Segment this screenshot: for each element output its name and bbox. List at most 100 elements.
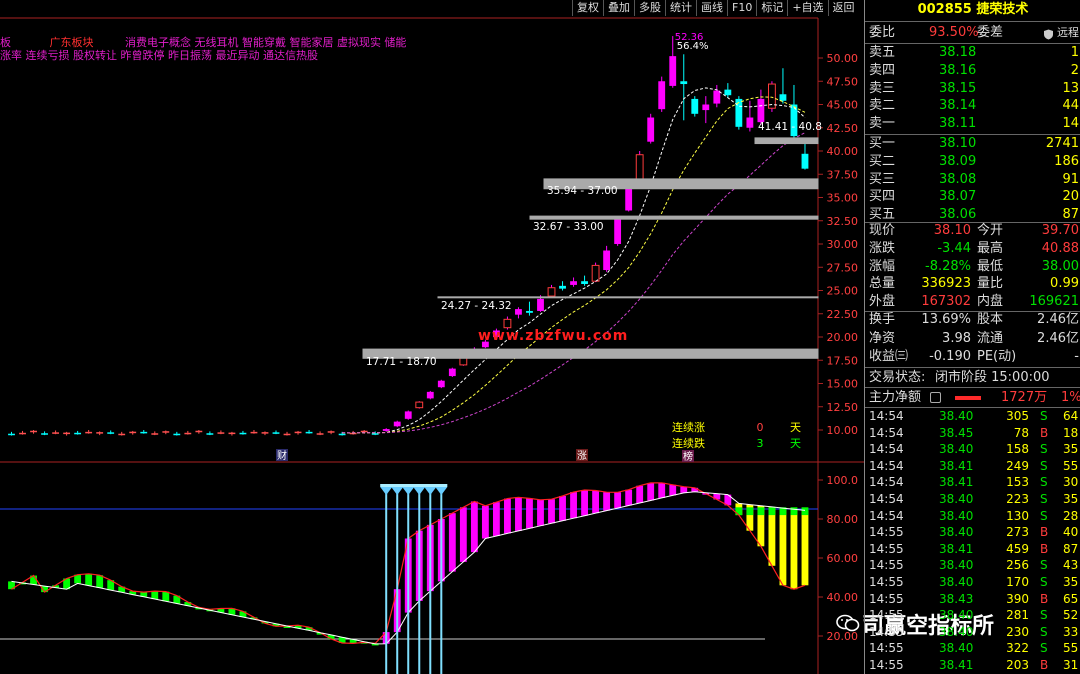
candle-body[interactable] xyxy=(52,432,60,434)
candle-body[interactable] xyxy=(503,318,512,329)
candle-body[interactable] xyxy=(614,218,622,244)
candle-body[interactable] xyxy=(107,432,115,434)
candle-body[interactable] xyxy=(162,431,170,433)
candle-body[interactable] xyxy=(239,432,247,435)
concept-region-tag[interactable]: 广东板块 xyxy=(49,36,93,49)
bid-row[interactable]: 买一 38.10 2741 xyxy=(865,135,1080,153)
candle-body[interactable] xyxy=(228,432,236,435)
candle-body[interactable] xyxy=(283,433,291,436)
kline-chart-area[interactable]: 50.00 47.50 45.00 42.50 40.00 37.50 35.00 32.50… xyxy=(0,0,864,674)
candle-body[interactable] xyxy=(713,90,721,104)
candle-body[interactable] xyxy=(8,433,15,436)
ind-bar xyxy=(790,509,798,590)
candle-body[interactable] xyxy=(118,433,126,436)
candle-body[interactable] xyxy=(305,431,313,434)
toolbar-button-3[interactable]: 统计 xyxy=(665,0,696,16)
candle-body[interactable] xyxy=(19,432,26,435)
toolbar-button-7[interactable]: +自选 xyxy=(787,0,828,16)
candle-body[interactable] xyxy=(74,432,82,435)
candle-body[interactable] xyxy=(669,56,677,86)
event-marker-cai[interactable]: 财 xyxy=(277,449,287,462)
concept-line2[interactable]: 涨率 连续亏损 股权转让 昨曾跌停 昨日振荡 最近异动 通达信热股 xyxy=(0,49,560,62)
toolbar-button-8[interactable]: 返回 xyxy=(827,0,859,16)
concept-items[interactable]: 消费电子概念 无线耳机 智能穿戴 智能家居 虚拟现实 储能 xyxy=(125,36,406,49)
toolbar-button-4[interactable]: 画线 xyxy=(696,0,727,16)
candle-body[interactable] xyxy=(184,432,192,435)
toolbar-button-1[interactable]: 叠加 xyxy=(603,0,634,16)
candle-body[interactable] xyxy=(206,433,214,435)
bid-row[interactable]: 买三 38.08 91 xyxy=(865,171,1080,189)
tick-row: 14:54 38.40 130 S 28 xyxy=(865,508,1080,525)
toolbar-button-6[interactable]: 标记 xyxy=(756,0,788,16)
candle-body[interactable] xyxy=(603,250,611,271)
candle-body[interactable] xyxy=(85,431,93,434)
toolbar-button-2[interactable]: 多股 xyxy=(634,0,665,16)
candle-body[interactable] xyxy=(316,433,324,435)
bid-row[interactable]: 买二 38.09 186 xyxy=(865,153,1080,171)
candle-body[interactable] xyxy=(360,430,368,433)
candle-body[interactable] xyxy=(625,188,633,211)
candle-body[interactable] xyxy=(338,433,346,436)
tick-price: 38.40 xyxy=(939,508,974,523)
candle-body[interactable] xyxy=(591,264,600,282)
remote-label[interactable]: 远程 xyxy=(1057,23,1079,42)
candle-body[interactable] xyxy=(526,310,533,313)
candle-body[interactable] xyxy=(559,285,566,289)
candle-body[interactable] xyxy=(96,432,104,434)
candle-body[interactable] xyxy=(272,432,280,434)
candle-body[interactable] xyxy=(437,380,445,388)
kline-chart-canvas[interactable]: 50.00 47.50 45.00 42.50 40.00 37.50 35.00 32.50… xyxy=(0,0,864,674)
tick-volume: 390 xyxy=(1006,591,1029,606)
candle-body[interactable] xyxy=(151,433,159,435)
candle-body[interactable] xyxy=(724,89,732,96)
candle-body[interactable] xyxy=(658,81,666,110)
candle-body[interactable] xyxy=(570,281,577,285)
candle-body[interactable] xyxy=(746,117,754,128)
candle-body[interactable] xyxy=(30,430,37,433)
candle-body[interactable] xyxy=(735,98,743,127)
candle-body[interactable] xyxy=(382,429,390,431)
candle-body[interactable] xyxy=(327,431,335,433)
candle-body[interactable] xyxy=(129,431,137,434)
candle-body[interactable] xyxy=(140,431,148,434)
candle-body[interactable] xyxy=(635,154,644,182)
ask-row[interactable]: 卖一 38.11 14 xyxy=(865,115,1080,133)
bid-row[interactable]: 买四 38.07 20 xyxy=(865,188,1080,206)
candle-body[interactable] xyxy=(702,104,710,111)
toolbar-button-5[interactable]: F10 xyxy=(727,0,757,16)
candle-body[interactable] xyxy=(404,411,412,419)
menu-icon[interactable] xyxy=(930,392,941,403)
candle-body[interactable] xyxy=(647,117,655,142)
ask-row[interactable]: 卖二 38.14 44 xyxy=(865,97,1080,115)
candle-body[interactable] xyxy=(63,432,71,435)
toolbar-button-0[interactable]: 复权 xyxy=(572,0,603,16)
candle-body[interactable] xyxy=(691,98,699,114)
candle-body[interactable] xyxy=(195,430,203,433)
event-marker-zhang[interactable]: 涨 xyxy=(577,450,587,462)
candle-body[interactable] xyxy=(250,431,258,434)
candle-body[interactable] xyxy=(515,309,522,315)
ask-row[interactable]: 卖四 38.16 2 xyxy=(865,62,1080,80)
ask-row[interactable]: 卖三 38.15 13 xyxy=(865,80,1080,98)
candle-body[interactable] xyxy=(173,433,181,436)
candle-body[interactable] xyxy=(415,401,424,409)
candle-body[interactable] xyxy=(801,153,809,169)
candle-body[interactable] xyxy=(294,431,302,434)
candle-body[interactable] xyxy=(547,287,556,297)
stock-title[interactable]: 002855 捷荣技术 xyxy=(865,0,1080,20)
candle-body[interactable] xyxy=(537,298,544,311)
candle-body[interactable] xyxy=(680,81,688,85)
candle-body[interactable] xyxy=(217,432,225,434)
tick-count: 18 xyxy=(1063,425,1079,440)
candle-body[interactable] xyxy=(448,368,456,377)
quote-value: 38.10 xyxy=(933,223,971,238)
candle-body[interactable] xyxy=(779,94,787,101)
candle-body[interactable] xyxy=(757,98,765,123)
candle-body[interactable] xyxy=(426,391,434,399)
ask-row[interactable]: 卖五 38.18 1 xyxy=(865,44,1080,62)
candle-body[interactable] xyxy=(581,281,588,284)
candle-body[interactable] xyxy=(393,421,401,427)
candle-body[interactable] xyxy=(261,432,269,434)
candle-body[interactable] xyxy=(371,433,379,435)
candle-body[interactable] xyxy=(41,433,48,435)
